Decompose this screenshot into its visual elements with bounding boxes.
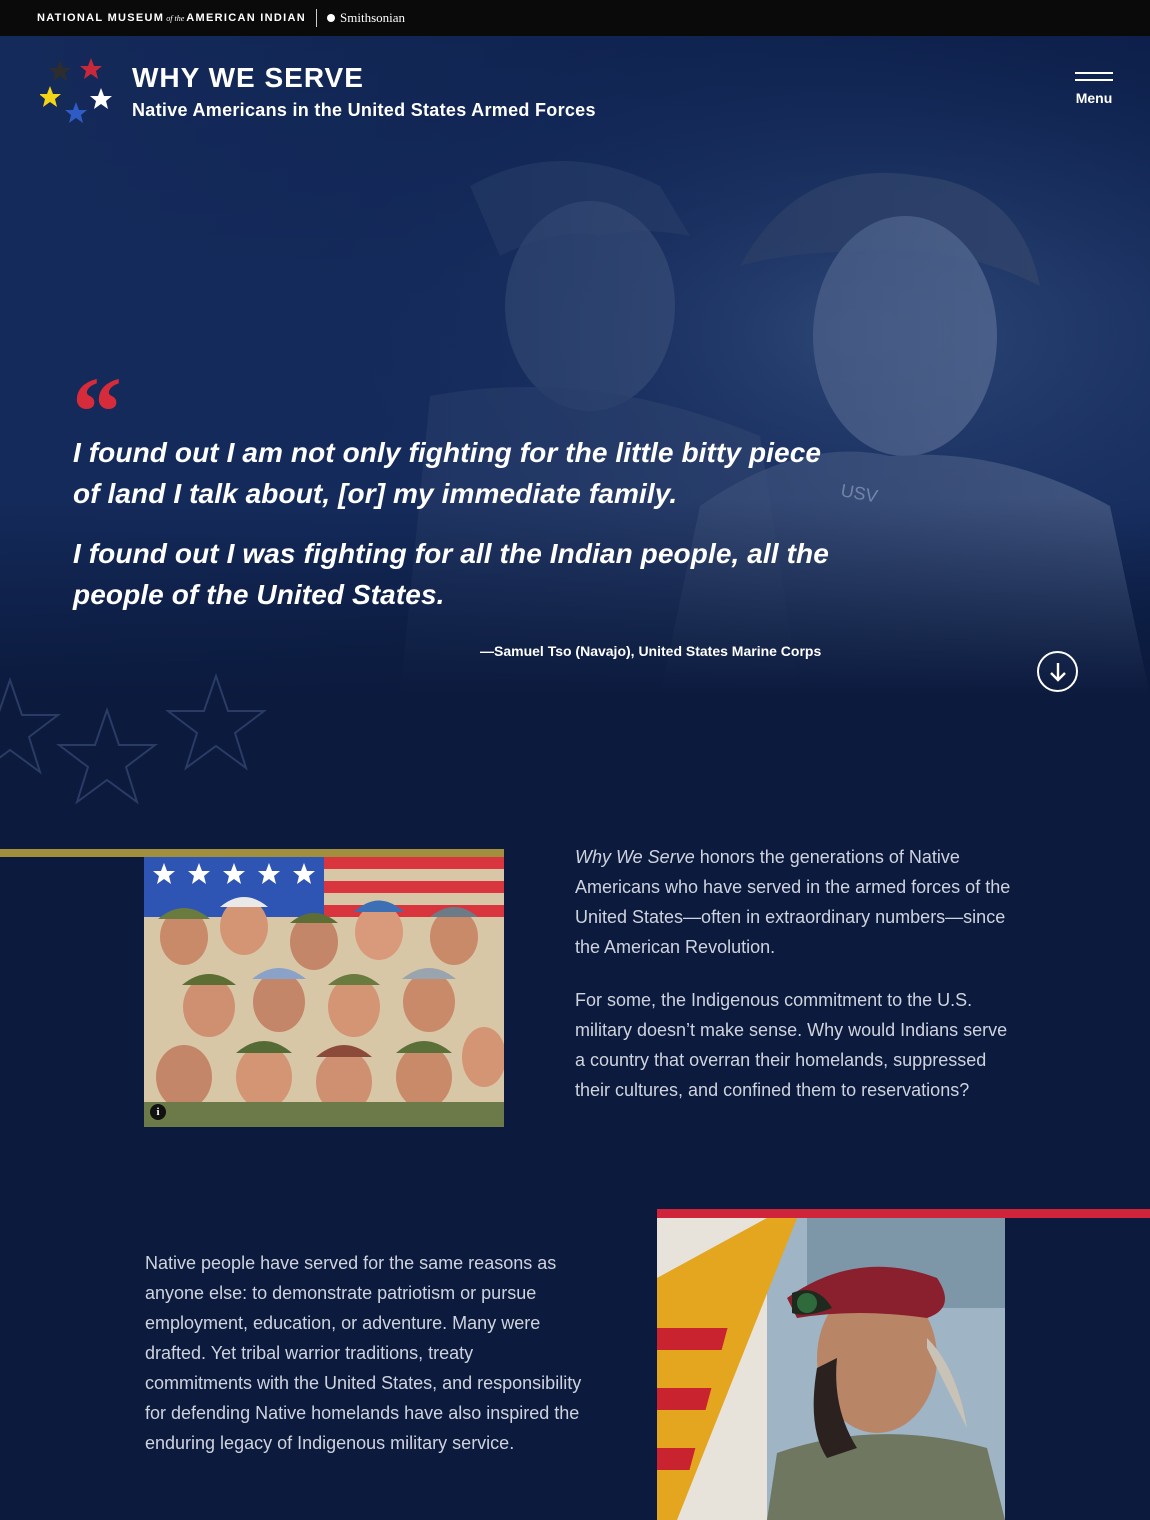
hamburger-icon (1075, 72, 1113, 74)
logo-star-white (90, 88, 112, 109)
logo-star-yellow (40, 86, 61, 107)
quote-mark-icon: “ (72, 356, 122, 467)
quote-attribution: —Samuel Tso (Navajo), United States Mari… (480, 643, 822, 659)
gold-accent-line (0, 849, 504, 857)
logo-star-black (49, 60, 71, 81)
image-info-icon[interactable]: i (150, 1104, 166, 1120)
decorative-stars-outline-icon (0, 672, 267, 805)
site-brand[interactable]: WHY WE SERVE Native Americans in the Uni… (40, 56, 596, 130)
red-accent-line (657, 1209, 1150, 1218)
soldiers-painting-image[interactable] (144, 857, 504, 1127)
smithsonian-sun-icon (327, 14, 335, 22)
logo-star-blue (65, 102, 87, 123)
reasons-paragraph-1: Native people have served for the same r… (145, 1253, 582, 1453)
intro-paragraph-2: For some, the Indigenous commitment to t… (575, 990, 1008, 1100)
museum-topbar: NATIONAL MUSEUM of the AMERICAN INDIAN Smi… (0, 0, 1150, 36)
intro-title-italic: Why We Serve (575, 847, 695, 867)
quote-paragraph-2: I found out I was fighting for all the I… (73, 538, 829, 610)
intro-text: Why We Serve honors the generations of N… (575, 842, 1015, 1128)
menu-label: Menu (1075, 90, 1113, 106)
portrait-illustration (657, 1218, 1005, 1520)
reasons-text: Native people have served for the same r… (145, 1248, 585, 1481)
smithsonian-link[interactable]: Smithsonian (327, 10, 405, 26)
logo-star-red (80, 58, 102, 79)
scroll-down-button[interactable] (1037, 651, 1078, 692)
quote-paragraph-1: I found out I am not only fighting for t… (73, 437, 822, 509)
arrow-down-icon (1049, 662, 1066, 682)
five-stars-logo-icon (40, 58, 112, 123)
menu-button[interactable]: Menu (1072, 72, 1116, 106)
topbar-divider (316, 9, 317, 27)
intro-paragraph-1: Why We Serve honors the generations of N… (575, 847, 1011, 957)
museum-name[interactable]: NATIONAL MUSEUM of the AMERICAN INDIAN (37, 12, 306, 24)
hero-quote: I found out I am not only fighting for t… (73, 432, 833, 634)
soldier-portrait-image[interactable] (657, 1218, 1005, 1520)
site-title: WHY WE SERVE (132, 62, 364, 93)
site-subtitle: Native Americans in the United States Ar… (132, 100, 596, 120)
painting-illustration (144, 857, 504, 1127)
